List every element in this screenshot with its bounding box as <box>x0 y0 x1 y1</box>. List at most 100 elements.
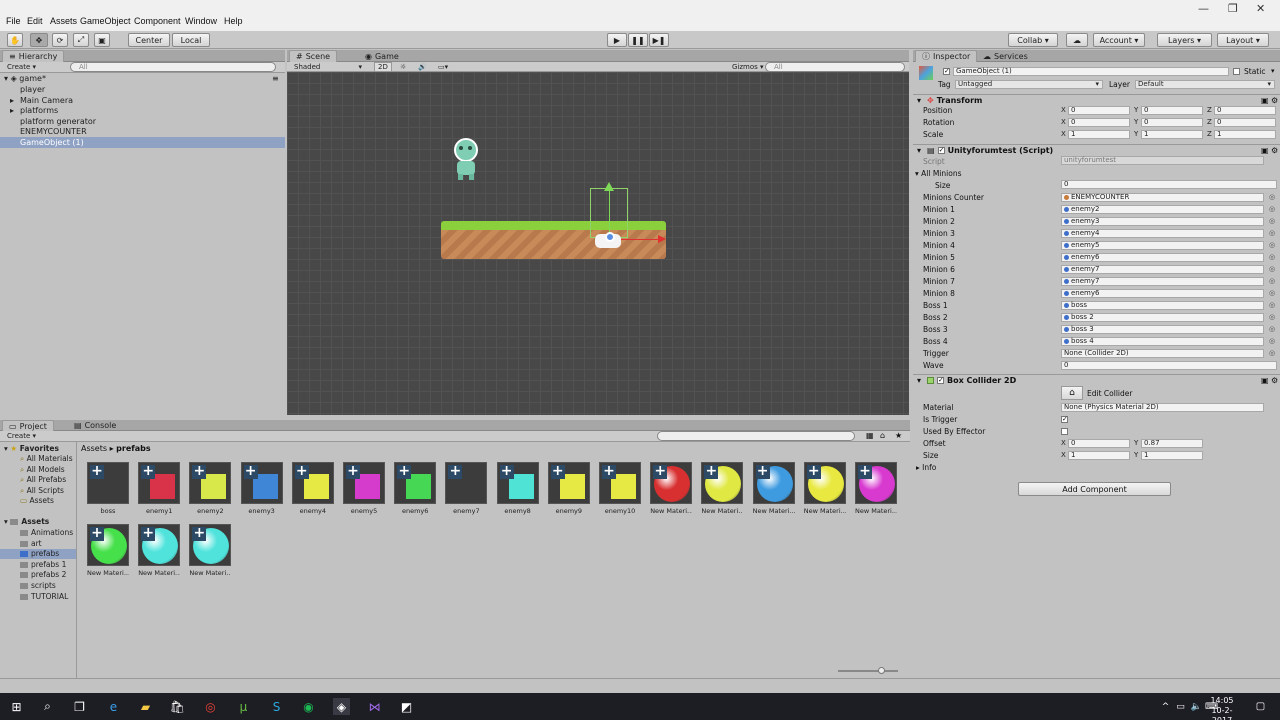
script-row-field[interactable]: boss 3 <box>1061 325 1264 334</box>
tag-select[interactable]: Untagged ▾ <box>955 80 1103 89</box>
filter-type-icon[interactable]: ▦ <box>866 431 874 440</box>
help-icon[interactable]: ▣ <box>1261 96 1269 105</box>
folder-item[interactable]: prefabs <box>0 549 76 560</box>
audio-toggle-icon[interactable]: 🔊 <box>415 62 430 72</box>
scale-x-input[interactable]: 1 <box>1068 130 1130 139</box>
collider-gear-icon[interactable]: ⚙ <box>1271 376 1278 385</box>
rotation-z-input[interactable]: 0 <box>1214 118 1276 127</box>
tab-hierarchy[interactable]: ≡ Hierarchy <box>2 50 65 62</box>
is-trigger-checkbox[interactable]: ✓ <box>1061 416 1068 423</box>
utorrent-icon[interactable]: µ <box>235 698 252 715</box>
rotation-x-input[interactable]: 0 <box>1068 118 1130 127</box>
size-x-input[interactable]: 1 <box>1068 451 1130 460</box>
asset-item[interactable]: + enemy10 <box>599 462 641 515</box>
object-name-input[interactable]: GameObject (1) <box>953 67 1229 76</box>
script-gear-icon[interactable]: ⚙ <box>1271 146 1278 155</box>
hierarchy-create-button[interactable]: Create ▾ <box>4 62 39 72</box>
minimize-button[interactable]: — <box>1198 2 1209 15</box>
hierarchy-search-input[interactable]: All <box>70 62 276 72</box>
physics-material-field[interactable]: None (Physics Material 2D) <box>1061 403 1264 412</box>
effects-icon[interactable]: ▭▾ <box>435 62 451 72</box>
favorite-star-icon[interactable]: ★ <box>895 431 902 440</box>
breadcrumb-prefabs[interactable]: prefabs <box>116 444 150 453</box>
hierarchy-item[interactable]: player <box>0 84 285 95</box>
scene-menu-icon[interactable]: ≡ <box>272 73 279 84</box>
scale-z-input[interactable]: 1 <box>1214 130 1276 139</box>
box-collider-header[interactable]: ▾ ✓ Box Collider 2D ▣ ⚙ <box>913 374 1280 386</box>
rect-tool-icon[interactable]: ▣ <box>94 33 110 47</box>
script-row-field[interactable]: boss 4 <box>1061 337 1264 346</box>
menu-help[interactable]: Help <box>224 16 243 26</box>
scene-root[interactable]: ▾ ◈ game* ≡ <box>4 73 285 84</box>
shading-mode-select[interactable]: Shaded ▾ <box>291 62 365 72</box>
object-picker-icon[interactable]: ◎ <box>1269 193 1275 201</box>
array-size-input[interactable]: 0 <box>1061 180 1277 189</box>
object-picker-icon[interactable]: ◎ <box>1269 253 1275 261</box>
asset-item[interactable]: + enemy2 <box>189 462 232 515</box>
tab-inspector[interactable]: ⓘ Inspector <box>915 50 978 62</box>
position-x-input[interactable]: 0 <box>1068 106 1130 115</box>
script-row-field[interactable]: enemy6 <box>1061 289 1264 298</box>
expand-arrow-icon[interactable]: ▸ <box>10 105 20 116</box>
collider-help-icon[interactable]: ▣ <box>1261 376 1269 385</box>
network-icon[interactable]: ▭ <box>1172 698 1189 715</box>
scale-y-input[interactable]: 1 <box>1141 130 1203 139</box>
script-row-field[interactable]: 0 <box>1061 361 1277 370</box>
position-z-input[interactable]: 0 <box>1214 106 1276 115</box>
player-sprite[interactable] <box>451 138 481 182</box>
offset-y-input[interactable]: 0.87 <box>1141 439 1203 448</box>
script-row-field[interactable]: ENEMYCOUNTER <box>1061 193 1264 202</box>
script-row-field[interactable]: enemy3 <box>1061 217 1264 226</box>
hierarchy-item[interactable]: GameObject (1) <box>0 137 285 148</box>
transform-header[interactable]: ▾ ✥ Transform ▣ ⚙ <box>913 94 1280 106</box>
edit-collider-button[interactable]: ⌂ <box>1061 386 1083 400</box>
cloud-icon[interactable]: ☁ <box>1066 33 1088 47</box>
hierarchy-item[interactable]: platform generator <box>0 116 285 127</box>
script-header[interactable]: ▾ ▤ ✓ Unityforumtest (Script) ▣ ⚙ <box>913 144 1280 156</box>
hierarchy-item[interactable]: ENEMYCOUNTER <box>0 126 285 137</box>
object-picker-icon[interactable]: ◎ <box>1269 349 1275 357</box>
object-picker-icon[interactable]: ◎ <box>1269 205 1275 213</box>
y-arrow-icon[interactable] <box>604 182 614 191</box>
script-row-field[interactable]: None (Collider 2D) <box>1061 349 1264 358</box>
step-button[interactable]: ▶❚ <box>649 33 669 47</box>
thumbnail-size-slider[interactable] <box>838 670 898 672</box>
static-dropdown-icon[interactable]: ▾ <box>1271 67 1275 75</box>
pivot-center-button[interactable]: Center <box>128 33 170 47</box>
asset-item[interactable]: + enemy3 <box>240 462 283 515</box>
add-component-button[interactable]: Add Component <box>1018 482 1171 496</box>
asset-item[interactable]: + enemy9 <box>547 462 590 515</box>
pause-button[interactable]: ❚❚ <box>628 33 648 47</box>
menu-file[interactable]: File <box>6 16 21 26</box>
object-picker-icon[interactable]: ◎ <box>1269 337 1275 345</box>
skype-icon[interactable]: S <box>268 698 285 715</box>
chrome-icon[interactable]: ◎ <box>202 698 219 715</box>
notifications-icon[interactable]: ▢ <box>1252 698 1269 715</box>
slider-thumb[interactable] <box>878 667 885 674</box>
script-row-field[interactable]: enemy7 <box>1061 277 1264 286</box>
platform-sprite[interactable] <box>441 221 666 259</box>
gizmos-select[interactable]: Gizmos ▾ <box>729 62 767 72</box>
script-row-field[interactable]: enemy7 <box>1061 265 1264 274</box>
mode-2d-toggle[interactable]: 2D <box>374 62 392 72</box>
store-icon[interactable]: 🛍 <box>169 698 186 715</box>
object-picker-icon[interactable]: ◎ <box>1269 313 1275 321</box>
favorite-item[interactable]: ▭ Assets <box>20 496 54 506</box>
close-button[interactable]: ✕ <box>1256 2 1265 15</box>
search-icon[interactable]: ⌕ <box>39 698 56 715</box>
scale-tool-icon[interactable]: ⤢ <box>73 33 89 47</box>
tab-scene[interactable]: # Scene <box>289 50 338 62</box>
tab-console[interactable]: ▤ Console <box>68 420 122 431</box>
size-y-input[interactable]: 1 <box>1141 451 1203 460</box>
folder-item[interactable]: TUTORIAL <box>0 592 76 602</box>
offset-x-input[interactable]: 0 <box>1068 439 1130 448</box>
asset-item[interactable]: + boss <box>87 462 129 515</box>
layers-button[interactable]: Layers ▾ <box>1157 33 1212 47</box>
asset-item[interactable]: + New Materi... <box>189 524 232 577</box>
clock[interactable]: 14:05 10-2-2017 <box>1202 696 1242 720</box>
script-row-field[interactable]: enemy6 <box>1061 253 1264 262</box>
favorite-item[interactable]: ⌕ All Scripts <box>20 486 64 496</box>
rotate-tool-icon[interactable]: ⟳ <box>52 33 68 47</box>
collider-enabled-checkbox[interactable]: ✓ <box>937 377 945 384</box>
assets-root[interactable]: ▾ Assets <box>4 517 49 527</box>
